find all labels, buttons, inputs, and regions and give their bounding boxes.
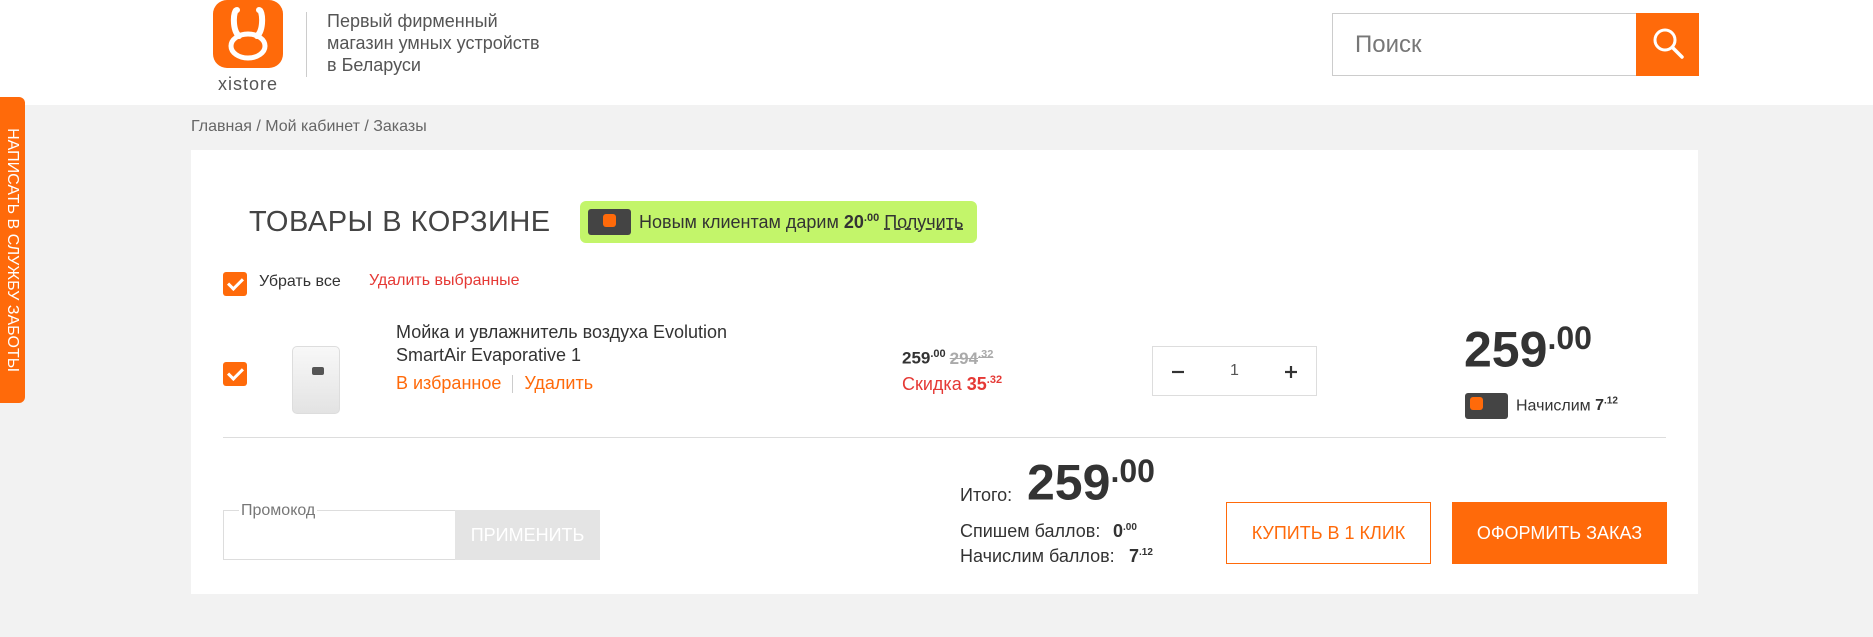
search-input[interactable] <box>1332 13 1637 76</box>
divider <box>223 437 1666 438</box>
promo-banner-text: Новым клиентам дарим 20.00 Получить <box>639 212 964 232</box>
write-off-points-value: 0.00 <box>1113 521 1137 541</box>
bonus-card-icon <box>1465 393 1508 419</box>
add-to-favorites-link[interactable]: В избранное <box>396 373 501 393</box>
select-all-label[interactable]: Убрать все <box>259 273 341 291</box>
delete-item-link[interactable]: Удалить <box>524 373 593 393</box>
support-side-tab[interactable]: НАПИСАТЬ В СЛУЖБУ ЗАБОТЫ <box>0 97 25 403</box>
site-header: xistore Первый фирменный магазин умных у… <box>0 0 1873 105</box>
minus-icon <box>1172 370 1184 374</box>
support-side-tab-label: НАПИСАТЬ В СЛУЖБУ ЗАБОТЫ <box>4 128 21 372</box>
accrue-points-value: 7.12 <box>1129 546 1153 566</box>
discount: Скидка 35.32 <box>902 374 1003 394</box>
logo-bunny-icon <box>213 0 283 68</box>
search-icon <box>1653 28 1684 59</box>
promo-get-link[interactable]: Получить <box>884 212 963 232</box>
delete-selected-link[interactable]: Удалить выбранные <box>369 272 520 290</box>
product-actions: В избранное Удалить <box>396 373 593 394</box>
product-image[interactable] <box>287 338 347 418</box>
total-label: Итого: <box>960 485 1013 505</box>
unit-price: 259.00 294.32 <box>902 348 994 368</box>
quantity-stepper: 1 <box>1152 346 1317 396</box>
decrease-quantity-button[interactable] <box>1153 347 1203 395</box>
plus-icon <box>1285 366 1297 378</box>
promo-code-label: Промокод <box>239 502 318 520</box>
logo-text: xistore <box>217 74 278 94</box>
breadcrumb[interactable]: Главная / Мой кабинет / Заказы <box>191 118 427 136</box>
item-total-price: 259.00 <box>1464 320 1592 378</box>
accrue-points-label: Начислим баллов: <box>960 546 1115 566</box>
logo[interactable]: xistore <box>208 0 288 95</box>
header-divider <box>306 12 307 77</box>
checkout-button[interactable]: ОФОРМИТЬ ЗАКАЗ <box>1452 502 1667 564</box>
item-checkbox[interactable] <box>223 362 247 386</box>
select-all-checkbox[interactable] <box>223 272 247 296</box>
write-off-points-label: Спишем баллов: <box>960 521 1101 541</box>
page-title: ТОВАРЫ В КОРЗИНЕ <box>249 206 551 238</box>
bonus-card-icon <box>588 209 631 235</box>
tagline: Первый фирменный магазин умных устройств… <box>327 11 540 75</box>
old-price: 294.32 <box>949 348 994 368</box>
increase-quantity-button[interactable] <box>1266 347 1316 395</box>
buy-one-click-button[interactable]: КУПИТЬ В 1 КЛИК <box>1226 502 1431 564</box>
apply-promo-button[interactable]: ПРИМЕНИТЬ <box>455 510 600 560</box>
item-bonus: Начислим 7.12 <box>1516 396 1618 415</box>
promo-banner: Новым клиентам дарим 20.00 Получить <box>580 201 977 243</box>
total-value: 259.00 <box>1027 453 1155 511</box>
product-name[interactable]: Мойка и увлажнитель воздуха Evolution Sm… <box>396 321 766 367</box>
quantity-value[interactable]: 1 <box>1203 347 1266 395</box>
search-button[interactable] <box>1636 13 1699 76</box>
cart-card: ТОВАРЫ В КОРЗИНЕ Новым клиентам дарим 20… <box>191 150 1698 594</box>
